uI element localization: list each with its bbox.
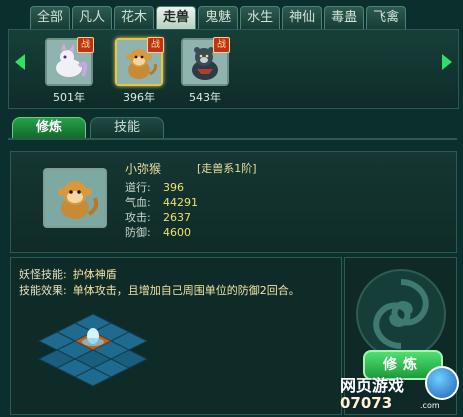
stat-row: 道行: 396	[125, 180, 198, 195]
battle-badge: 战	[77, 37, 94, 53]
skill-effect-value: 单体攻击，且增加自己周围单位的防御2回合。	[72, 284, 300, 297]
skill-effect-label: 技能效果:	[19, 284, 67, 297]
bear-pet-icon: 战	[181, 37, 230, 86]
monkey-portrait-icon	[43, 168, 107, 228]
tab-plant[interactable]: 花木	[114, 6, 155, 29]
sub-tabs: 修炼 技能	[12, 117, 164, 139]
stat-label: 攻击:	[125, 211, 151, 224]
battle-badge: 战	[147, 37, 164, 53]
skill-name-label: 妖怪技能:	[19, 268, 67, 281]
skill-name-row: 妖怪技能: 护体神盾	[19, 266, 117, 282]
stat-value: 44291	[163, 196, 198, 209]
watermark-text: 网页游戏	[340, 376, 405, 395]
pet-slot-bear[interactable]: 战 543年	[181, 37, 230, 105]
stat-row: 防御: 4600	[125, 225, 198, 240]
battle-badge: 战	[213, 37, 230, 53]
pet-age: 501年	[53, 91, 85, 104]
monkey-pet-icon: 战	[115, 37, 164, 86]
pet-class: [走兽系1阶]	[197, 162, 257, 175]
tab-all[interactable]: 全部	[30, 6, 71, 29]
skill-effect-row: 技能效果: 单体攻击，且增加自己周围单位的防御2回合。	[19, 282, 300, 298]
stat-label: 防御:	[125, 226, 151, 239]
site-logo-icon	[425, 366, 459, 400]
stat-row: 攻击: 2637	[125, 210, 198, 225]
pet-info-panel: 小弥猴 [走兽系1阶] 道行: 396 气血: 44291 攻击: 2637 防…	[10, 151, 457, 253]
pet-strip: 战 501年 战 396年 战 543年	[8, 29, 459, 109]
tab-immortal[interactable]: 神仙	[282, 6, 323, 29]
stat-value: 4600	[163, 226, 191, 239]
tab-mortal[interactable]: 凡人	[72, 6, 113, 29]
stat-label: 道行:	[125, 181, 151, 194]
stat-value: 2637	[163, 211, 191, 224]
tab-beast[interactable]: 走兽	[156, 6, 197, 29]
watermark-domain: .com	[420, 401, 440, 410]
skill-name-value: 护体神盾	[72, 268, 117, 281]
pet-name: 小弥猴	[125, 162, 162, 176]
skill-panel: 妖怪技能: 护体神盾 技能效果: 单体攻击，且增加自己周围单位的防御2回合。	[10, 257, 342, 415]
stat-value: 396	[163, 181, 184, 194]
tab-bird[interactable]: 飞禽	[366, 6, 407, 29]
white-fox-pet-icon: 战	[45, 37, 94, 86]
scroll-right-arrow-icon[interactable]	[442, 54, 452, 70]
pet-slot-fox[interactable]: 战 501年	[45, 37, 94, 105]
stat-row: 气血: 44291	[125, 195, 198, 210]
tab-aquatic[interactable]: 水生	[240, 6, 281, 29]
divider	[8, 138, 457, 140]
formation-board-icon	[37, 313, 149, 387]
watermark-number: 07073	[340, 394, 393, 412]
stat-label: 气血:	[125, 196, 151, 209]
pet-stats: 道行: 396 气血: 44291 攻击: 2637 防御: 4600	[125, 180, 198, 240]
category-tabs: 全部 凡人 花木 走兽 鬼魅 水生 神仙 毒蛊 飞禽	[30, 6, 407, 29]
tab-skills[interactable]: 技能	[90, 117, 164, 139]
pet-age: 543年	[189, 91, 221, 104]
pet-slot-monkey[interactable]: 战 396年	[115, 37, 164, 105]
tab-training[interactable]: 修炼	[12, 117, 86, 139]
swirl-emblem-icon	[356, 269, 446, 359]
pet-age: 396年	[123, 91, 155, 104]
scroll-left-arrow-icon[interactable]	[15, 54, 25, 70]
tab-poison[interactable]: 毒蛊	[324, 6, 365, 29]
tab-ghost[interactable]: 鬼魅	[198, 6, 239, 29]
